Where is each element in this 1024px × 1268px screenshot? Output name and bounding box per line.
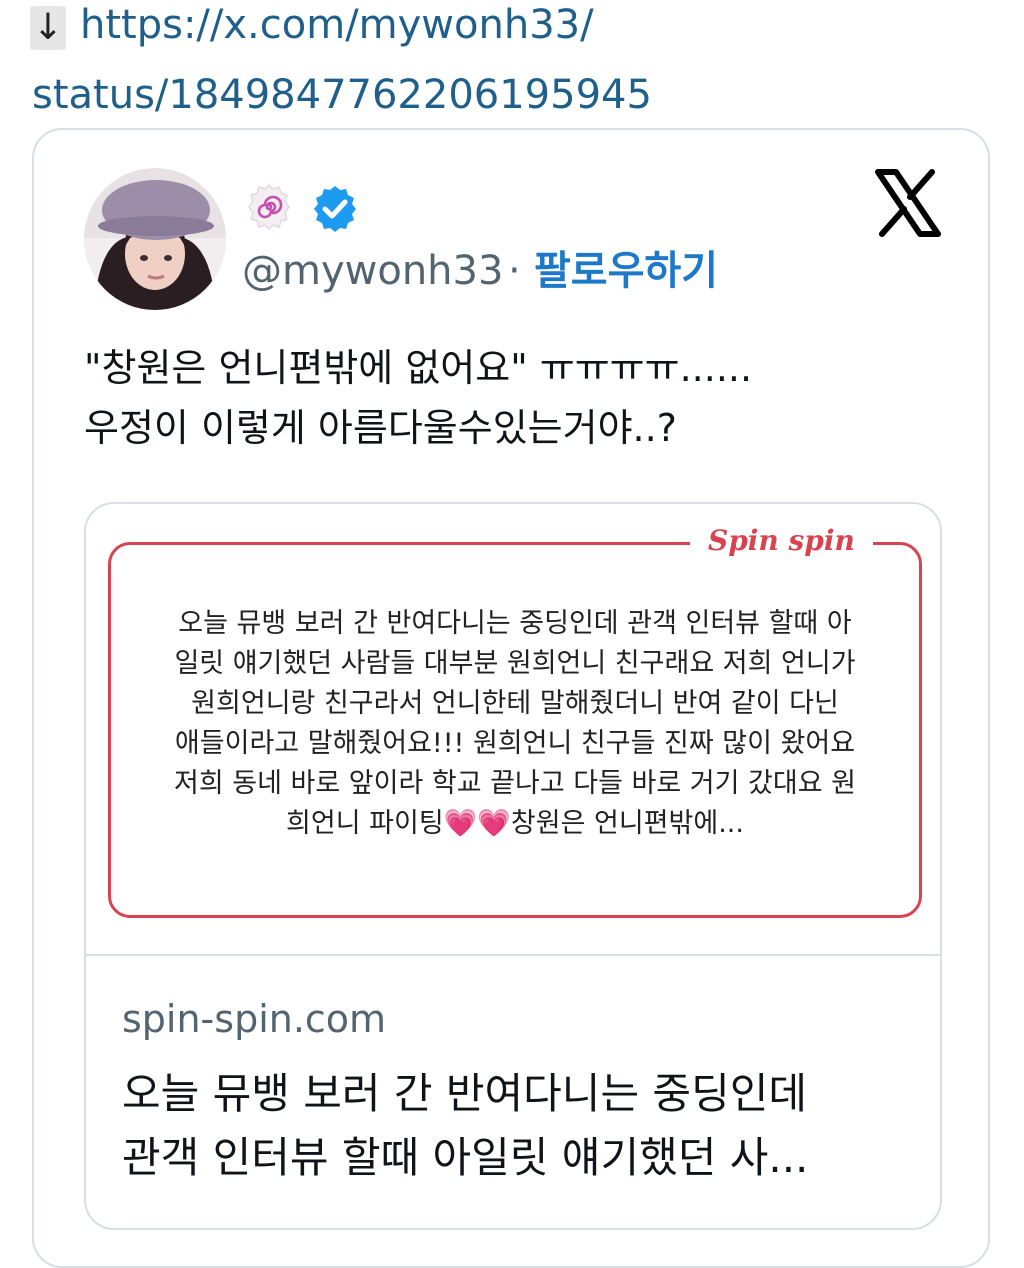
- card-divider: [86, 954, 940, 956]
- preview-text-line: 애들이라고 말해줬어요!!! 원희언니 친구들 진짜 많이 왔어요: [174, 728, 856, 759]
- tweet-url-line-2[interactable]: status/1849847762206195945: [32, 70, 652, 120]
- preview-text-line: 희언니 파이팅💗💗창원은 언니편밖에...: [286, 808, 744, 839]
- separator-dot: ·: [508, 248, 521, 294]
- follow-button[interactable]: 팔로우하기: [534, 246, 718, 296]
- tweet-url-line-1[interactable]: https://x.com/mywonh33/: [80, 0, 594, 50]
- preview-text-line: 원희언니랑 친구라서 언니한테 말해줬더니 반여 같이 다닌: [191, 688, 839, 719]
- preview-text-line: 오늘 뮤뱅 보러 간 반여다니는 중딩인데 관객 인터뷰 할때 아: [178, 608, 852, 639]
- down-arrow-icon: ↓: [30, 6, 66, 50]
- preview-image: Spin spin 오늘 뮤뱅 보러 간 반여다니는 중딩인데 관객 인터뷰 할…: [86, 504, 940, 954]
- tweet-text-line: "창원은 언니편밖에 없어요" ㅠㅠㅠㅠ......: [84, 346, 753, 390]
- user-handle[interactable]: @mywonh33: [242, 246, 503, 296]
- x-logo-icon[interactable]: [872, 168, 942, 238]
- avatar[interactable]: [84, 168, 226, 310]
- card-title[interactable]: 오늘 뮤뱅 보러 간 반여다니는 중딩인데 관객 인터뷰 할때 아일릿 얘기했던…: [122, 1062, 922, 1190]
- affiliate-badge-icon: [244, 182, 294, 232]
- brand-logo: Spin spin: [690, 522, 873, 560]
- tweet-text: "창원은 언니편밖에 없어요" ㅠㅠㅠㅠ...... 우정이 이렇게 아름다울수…: [84, 338, 944, 458]
- preview-text-line: 일릿 얘기했던 사람들 대부분 원희언니 친구래요 저희 언니가: [174, 648, 856, 679]
- tweet-embed-card[interactable]: @mywonh33 · 팔로우하기 "창원은 언니편밖에 없어요" ㅠㅠㅠㅠ..…: [32, 128, 990, 1268]
- verified-badge-icon: [310, 184, 360, 234]
- card-domain: spin-spin.com: [122, 997, 387, 1041]
- card-title-line: 관객 인터뷰 할때 아일릿 얘기했던 사...: [122, 1133, 809, 1182]
- preview-text: 오늘 뮤뱅 보러 간 반여다니는 중딩인데 관객 인터뷰 할때 아 일릿 얘기했…: [126, 604, 904, 844]
- link-preview-card[interactable]: Spin spin 오늘 뮤뱅 보러 간 반여다니는 중딩인데 관객 인터뷰 할…: [84, 502, 942, 1230]
- preview-text-line: 저희 동네 바로 앞이라 학교 끝나고 다들 바로 거기 갔대요 원: [174, 768, 856, 799]
- card-title-line: 오늘 뮤뱅 보러 간 반여다니는 중딩인데: [122, 1069, 807, 1118]
- tweet-text-line: 우정이 이렇게 아름다울수있는거야..?: [84, 406, 677, 450]
